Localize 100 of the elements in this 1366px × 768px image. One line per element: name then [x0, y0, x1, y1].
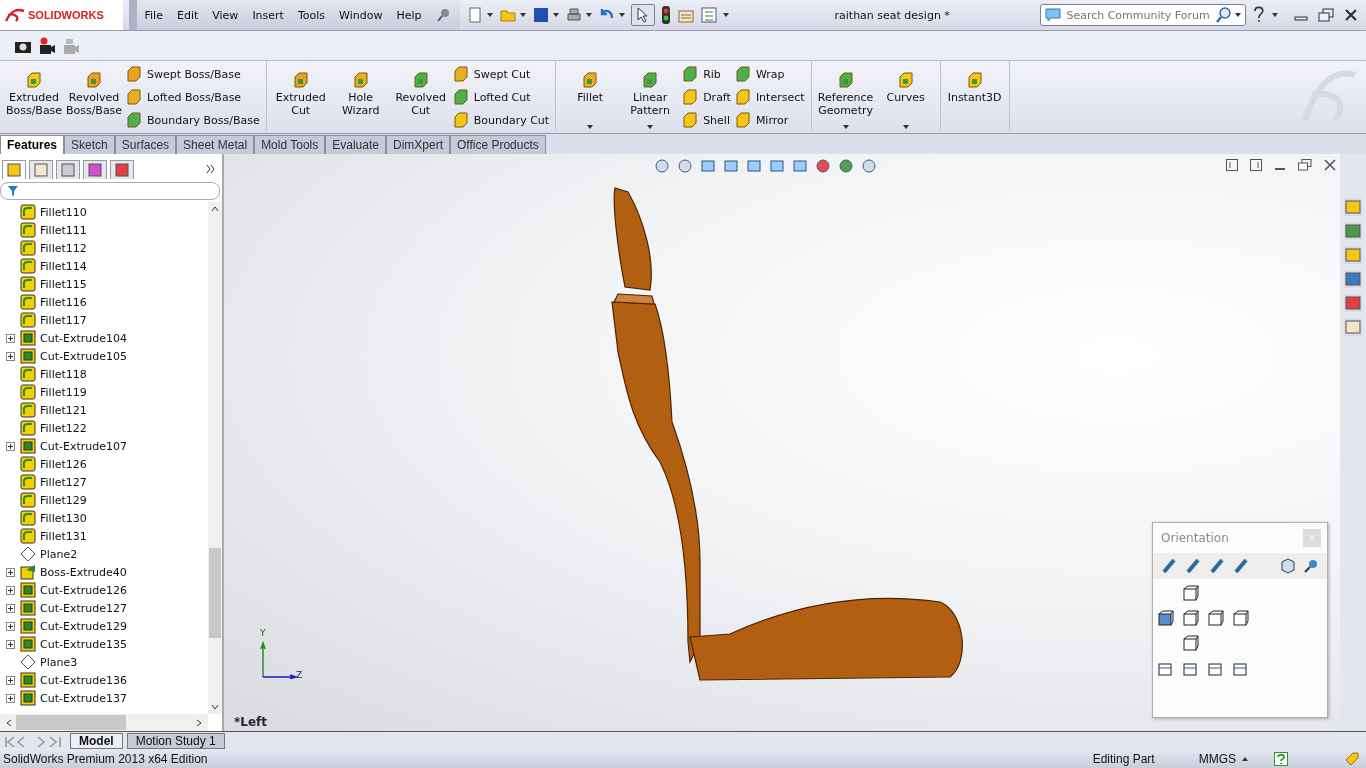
panel-tab[interactable]: [83, 159, 107, 179]
tree-item[interactable]: Fillet119: [40, 385, 87, 399]
tab[interactable]: Surfaces: [114, 135, 177, 154]
tree-item[interactable]: Cut-Extrude127: [40, 601, 127, 615]
viewport-layout-icon[interactable]: [1157, 660, 1175, 678]
caret-icon[interactable]: [519, 13, 526, 17]
ribbon-button[interactable]: Extruded Boss/Base: [6, 65, 62, 131]
caret-icon[interactable]: [618, 13, 625, 17]
ribbon-button[interactable]: Swept Boss/Base: [126, 65, 260, 83]
expand-icon[interactable]: [6, 603, 15, 613]
tree-item[interactable]: Fillet117: [40, 313, 87, 327]
pin-icon[interactable]: [1303, 558, 1319, 574]
view-cube-icon[interactable]: [1182, 635, 1200, 653]
tree-item[interactable]: Cut-Extrude105: [40, 349, 127, 363]
panel-tab[interactable]: [2, 159, 26, 179]
tree-item[interactable]: Boss-Extrude40: [40, 565, 127, 579]
tree-item[interactable]: Plane3: [40, 655, 78, 669]
viewport-layout-icon[interactable]: [1232, 660, 1250, 678]
tree-item[interactable]: Cut-Extrude104: [40, 331, 127, 345]
units-button[interactable]: MMGS: [1198, 751, 1236, 766]
caret-icon[interactable]: [552, 13, 559, 17]
caret-icon[interactable]: [585, 13, 592, 17]
close-icon[interactable]: [1344, 8, 1358, 22]
expand-icon[interactable]: [6, 567, 15, 577]
tree-item[interactable]: Cut-Extrude135: [40, 637, 127, 651]
ribbon-button[interactable]: Lofted Boss/Base: [126, 88, 260, 106]
caret-icon[interactable]: [1235, 13, 1242, 17]
caret-icon[interactable]: [1242, 756, 1248, 761]
scrollbar-thumb[interactable]: [16, 715, 126, 730]
restore-icon[interactable]: [1318, 8, 1334, 22]
caret-icon[interactable]: [486, 13, 493, 17]
ribbon-button[interactable]: Draft: [682, 88, 731, 106]
tree-item[interactable]: Fillet111: [40, 223, 87, 237]
select-button[interactable]: [630, 4, 655, 26]
ribbon-button[interactable]: Mirror: [734, 111, 805, 129]
expand-icon[interactable]: [6, 585, 15, 595]
menu-item[interactable]: Insert: [252, 8, 284, 22]
tab[interactable]: Mold Tools: [254, 135, 326, 154]
expand-icon[interactable]: [6, 441, 15, 451]
view-tool-icon[interactable]: [700, 158, 716, 174]
menu-item[interactable]: Edit: [176, 8, 199, 22]
search-field[interactable]: Search Community Forum: [1040, 4, 1247, 26]
ribbon-button[interactable]: Boundary Cut: [452, 111, 550, 129]
panel-tab[interactable]: [110, 159, 134, 179]
caret-icon[interactable]: [587, 125, 594, 129]
tree-item[interactable]: Fillet130: [40, 511, 87, 525]
search-field[interactable]: Search Community Forum: [1064, 7, 1214, 23]
view-tool-icon[interactable]: [677, 158, 693, 174]
menu-item[interactable]: File: [144, 8, 163, 22]
view-cube-icon[interactable]: [1207, 610, 1225, 628]
caret-icon[interactable]: [842, 125, 849, 129]
view-tool-icon[interactable]: [769, 158, 785, 174]
task-pane-icon[interactable]: [1344, 294, 1362, 312]
menu-item[interactable]: Window: [339, 8, 383, 22]
expand-icon[interactable]: [6, 351, 15, 361]
tree-item[interactable]: Fillet129: [40, 493, 87, 507]
view-cube-icon[interactable]: [1182, 610, 1200, 628]
tree-item[interactable]: Cut-Extrude129: [40, 619, 127, 633]
tree-item[interactable]: Fillet116: [40, 295, 87, 309]
save-icon[interactable]: [531, 6, 550, 24]
ribbon-button[interactable]: Intersect: [734, 88, 805, 106]
menu-item[interactable]: Help: [396, 8, 422, 22]
viewport-layout-icon[interactable]: [1182, 660, 1200, 678]
tab[interactable]: Sketch: [64, 135, 115, 154]
view-tool-icon[interactable]: [861, 158, 877, 174]
task-pane-icon[interactable]: [1344, 222, 1362, 240]
caret-icon[interactable]: [1272, 13, 1278, 17]
view-tool-icon[interactable]: [723, 158, 739, 174]
caret-icon[interactable]: [722, 13, 729, 17]
view-cube-icon[interactable]: [1157, 610, 1175, 628]
expand-icon[interactable]: [6, 675, 15, 685]
ribbon-button[interactable]: Reference Geometry: [817, 65, 874, 131]
tree-item[interactable]: Fillet118: [40, 367, 87, 381]
ribbon-button[interactable]: Rib: [682, 65, 731, 83]
printer-icon[interactable]: [564, 6, 583, 24]
expand-icon[interactable]: [6, 621, 15, 631]
expand-icon[interactable]: [6, 639, 15, 649]
filter-field[interactable]: [0, 182, 220, 200]
close-icon[interactable]: [1324, 159, 1336, 171]
task-pane-icon[interactable]: [1344, 270, 1362, 288]
view-cube-icon[interactable]: [1232, 610, 1250, 628]
scrollbar[interactable]: [208, 202, 222, 714]
view-tool-icon[interactable]: [746, 158, 762, 174]
tree-item[interactable]: Fillet126: [40, 457, 87, 471]
tree-item[interactable]: Fillet121: [40, 403, 87, 417]
ribbon-button[interactable]: Linear Pattern: [622, 65, 679, 131]
tab[interactable]: Motion Study 1: [126, 733, 225, 749]
tag-icon[interactable]: [1344, 750, 1360, 767]
tile-right-icon[interactable]: [1250, 159, 1262, 171]
view-tool-icon[interactable]: [654, 158, 670, 174]
tab[interactable]: Evaluate: [325, 135, 386, 154]
ribbon-button[interactable]: Shell: [682, 111, 731, 129]
ribbon-button[interactable]: Extruded Cut: [272, 65, 329, 131]
ribbon-button[interactable]: Lofted Cut: [452, 88, 550, 106]
tab[interactable]: DimXpert: [385, 135, 450, 154]
traffic-light-icon[interactable]: [660, 6, 671, 24]
tree-item[interactable]: Fillet131: [40, 529, 87, 543]
expand-icon[interactable]: [6, 693, 15, 703]
view-tool-icon[interactable]: [815, 158, 831, 174]
ribbon-button[interactable]: Boundary Boss/Base: [126, 111, 260, 129]
